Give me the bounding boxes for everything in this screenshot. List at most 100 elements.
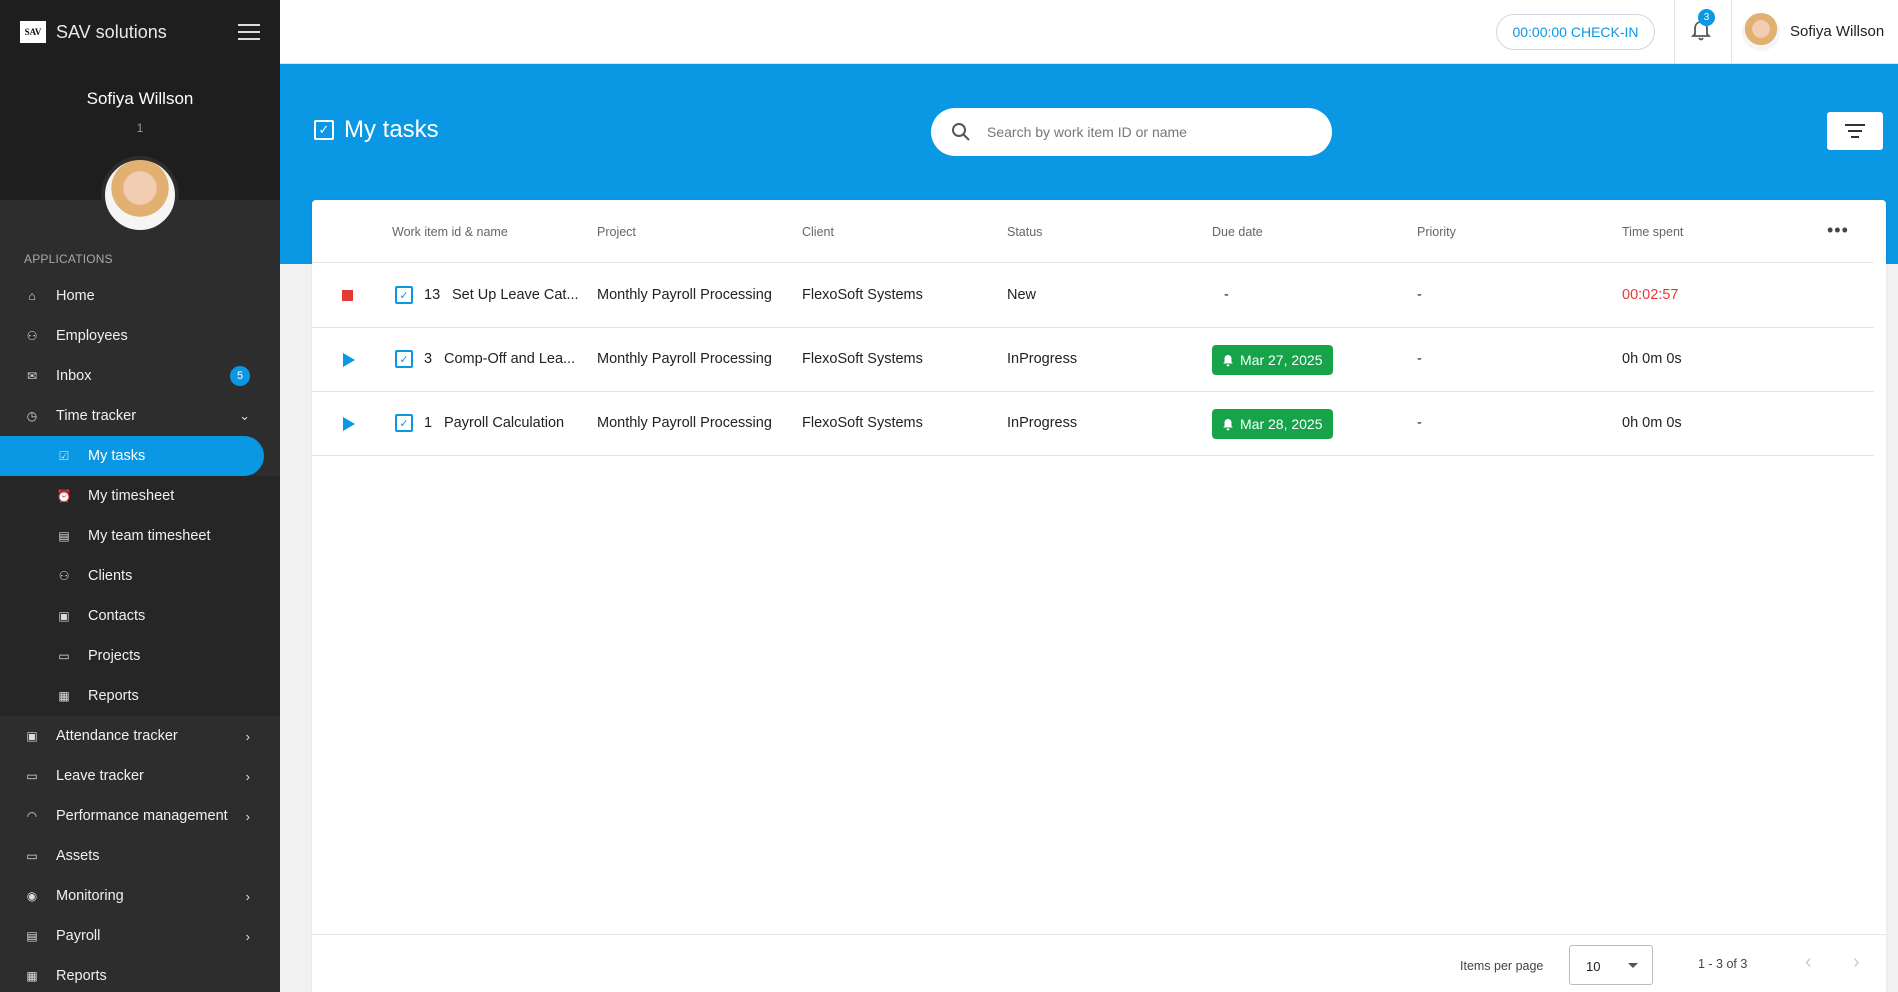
chevron-right-icon: › xyxy=(245,768,250,784)
column-header-priority[interactable]: Priority xyxy=(1417,225,1456,239)
more-options-icon[interactable]: ••• xyxy=(1827,220,1849,241)
sidebar-item-monitoring[interactable]: ◉ Monitoring › xyxy=(0,876,280,916)
time-spent-cell: 0h 0m 0s xyxy=(1622,415,1682,431)
sidebar-item-leave-tracker[interactable]: ▭ Leave tracker › xyxy=(0,756,280,796)
sidebar-item-label: Inbox xyxy=(56,368,92,384)
sidebar-item-label: Time tracker xyxy=(56,408,137,424)
table-row[interactable]: ✓ 3 Comp-Off and Lea... Monthly Payroll … xyxy=(312,328,1874,392)
sidebar-item-contacts[interactable]: ▣ Contacts xyxy=(0,596,280,636)
priority-cell: - xyxy=(1417,351,1422,367)
payroll-icon: ▤ xyxy=(26,929,38,943)
sidebar-item-label: Clients xyxy=(88,568,133,584)
previous-page-button[interactable]: ‹ xyxy=(1805,951,1812,974)
sidebar-item-label: Attendance tracker xyxy=(56,728,178,744)
work-item-name[interactable]: Set Up Leave Cat... xyxy=(452,287,587,303)
people-icon: ⚇ xyxy=(58,569,70,583)
play-icon[interactable] xyxy=(343,353,355,367)
paginator: Items per page 10 1 - 3 of 3 ‹ › xyxy=(312,934,1886,992)
sidebar-item-label: Home xyxy=(56,288,95,304)
task-check-icon: ☑ xyxy=(58,449,70,463)
page-size-select[interactable]: 10 xyxy=(1569,945,1653,985)
chevron-down-icon: ⌄ xyxy=(239,408,250,423)
client-cell: FlexoSoft Systems xyxy=(802,415,923,431)
filter-button[interactable] xyxy=(1827,112,1883,150)
page-size-value: 10 xyxy=(1586,959,1601,974)
column-header-status[interactable]: Status xyxy=(1007,225,1042,239)
hamburger-menu-icon[interactable] xyxy=(238,24,260,40)
sidebar-item-employees[interactable]: ⚇ Employees xyxy=(0,316,280,356)
column-header-client[interactable]: Client xyxy=(802,225,834,239)
search-bar[interactable] xyxy=(931,108,1332,156)
sidebar-item-attendance-tracker[interactable]: ▣ Attendance tracker › xyxy=(0,716,280,756)
table-header: Work item id & name Project Client Statu… xyxy=(312,200,1874,263)
gauge-icon: ◠ xyxy=(26,809,38,823)
sidebar-item-reports-sub[interactable]: ▦ Reports xyxy=(0,676,280,716)
sidebar-item-label: Monitoring xyxy=(56,888,124,904)
calendar-icon: ▭ xyxy=(26,769,38,783)
tasks-table-card: Work item id & name Project Client Statu… xyxy=(312,200,1886,992)
chevron-right-icon: › xyxy=(245,808,250,824)
task-check-icon: ✓ xyxy=(395,414,413,432)
sidebar-item-label: Payroll xyxy=(56,928,101,944)
sidebar-item-payroll[interactable]: ▤ Payroll › xyxy=(0,916,280,956)
work-item-name[interactable]: Comp-Off and Lea... xyxy=(444,351,587,367)
clock-icon: ◷ xyxy=(26,409,38,423)
sidebar-item-my-team-timesheet[interactable]: ▤ My team timesheet xyxy=(0,516,280,556)
table-row[interactable]: ✓ 13 Set Up Leave Cat... Monthly Payroll… xyxy=(312,264,1874,328)
sidebar-item-label: Assets xyxy=(56,848,100,864)
sidebar-item-time-tracker[interactable]: ◷ Time tracker ⌄ xyxy=(0,396,280,436)
work-item-id: 1 xyxy=(424,415,433,431)
sidebar-item-my-timesheet[interactable]: ⏰ My timesheet xyxy=(0,476,280,516)
stop-timer-icon[interactable] xyxy=(342,290,353,301)
page-title: ✓ My tasks xyxy=(314,116,439,144)
column-header-due-date[interactable]: Due date xyxy=(1212,225,1263,239)
sidebar-item-label: My timesheet xyxy=(88,488,175,504)
chevron-right-icon: › xyxy=(245,928,250,944)
profile-id: 1 xyxy=(136,121,144,135)
column-header-work-item[interactable]: Work item id & name xyxy=(392,225,508,239)
priority-cell: - xyxy=(1417,415,1422,431)
sidebar-item-assets[interactable]: ▭ Assets xyxy=(0,836,280,876)
time-spent-cell: 00:02:57 xyxy=(1622,287,1679,303)
work-item-id: 3 xyxy=(424,351,433,367)
due-date-text: Mar 27, 2025 xyxy=(1240,352,1323,368)
people-icon: ⚇ xyxy=(26,329,38,343)
task-check-icon: ✓ xyxy=(395,350,413,368)
client-cell: FlexoSoft Systems xyxy=(802,287,923,303)
user-name[interactable]: Sofiya Willson xyxy=(1790,23,1884,40)
topbar-divider xyxy=(1731,0,1732,64)
page-range-label: 1 - 3 of 3 xyxy=(1698,957,1748,971)
contact-icon: ▣ xyxy=(58,609,70,623)
status-cell: New xyxy=(1007,287,1037,303)
sidebar-item-label: My tasks xyxy=(88,448,146,464)
search-icon xyxy=(952,123,970,141)
sidebar-item-my-tasks[interactable]: ☑ My tasks xyxy=(0,436,264,476)
due-date-badge: Mar 28, 2025 xyxy=(1212,409,1333,439)
task-check-icon: ✓ xyxy=(314,120,334,140)
user-avatar[interactable] xyxy=(1742,13,1780,51)
bell-icon xyxy=(1223,354,1233,366)
sidebar-item-performance-management[interactable]: ◠ Performance management › xyxy=(0,796,280,836)
status-cell: InProgress xyxy=(1007,351,1078,367)
search-input[interactable] xyxy=(987,124,1287,140)
sidebar-header: SAV SAV solutions xyxy=(0,0,280,64)
sidebar-item-clients[interactable]: ⚇ Clients xyxy=(0,556,280,596)
status-cell: InProgress xyxy=(1007,415,1078,431)
due-date-cell: - xyxy=(1224,287,1229,303)
sidebar-item-inbox[interactable]: ✉ Inbox 5 xyxy=(0,356,280,396)
play-icon[interactable] xyxy=(343,417,355,431)
sidebar-item-reports[interactable]: ▦ Reports xyxy=(0,956,280,992)
mail-icon: ✉ xyxy=(26,369,38,383)
column-header-project[interactable]: Project xyxy=(597,225,636,239)
check-in-button[interactable]: 00:00:00 CHECK-IN xyxy=(1496,14,1655,50)
table-row[interactable]: ✓ 1 Payroll Calculation Monthly Payroll … xyxy=(312,392,1874,456)
work-item-name[interactable]: Payroll Calculation xyxy=(444,415,587,431)
sidebar-item-label: Contacts xyxy=(88,608,146,624)
next-page-button[interactable]: › xyxy=(1853,951,1860,974)
column-header-time-spent[interactable]: Time spent xyxy=(1622,225,1683,239)
chevron-right-icon: › xyxy=(245,888,250,904)
sidebar-item-home[interactable]: ⌂ Home xyxy=(0,276,280,316)
sidebar-item-label: Leave tracker xyxy=(56,768,144,784)
sidebar-profile: Sofiya Willson 1 xyxy=(0,64,280,234)
sidebar-item-projects[interactable]: ▭ Projects xyxy=(0,636,280,676)
